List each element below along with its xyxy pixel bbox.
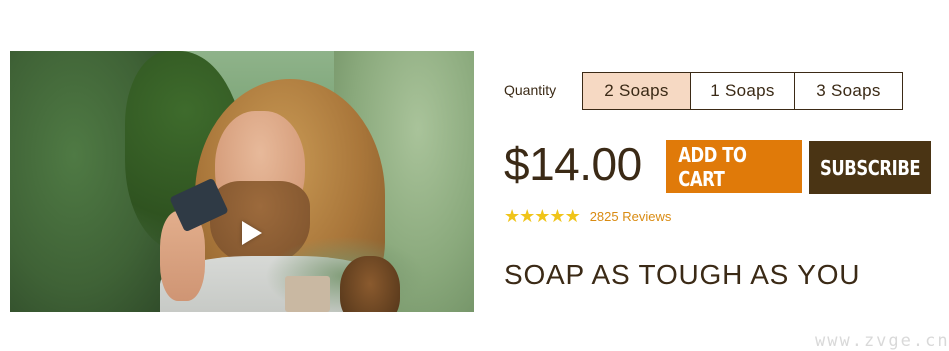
quantity-label: Quantity [504,82,557,98]
product-headline: SOAP AS TOUGH AS YOU [504,259,861,290]
product-price: $14.00 [504,138,642,190]
star-icon: ★ [504,206,521,226]
subscribe-label: SUBSCRIBE [819,155,921,180]
rating-stars: ★ ★ ★ ★ ★ [504,206,581,226]
subscribe-button[interactable]: SUBSCRIBE [809,141,931,194]
star-icon: ★ [519,206,536,226]
star-icon: ★ [534,206,551,226]
product-rating: ★ ★ ★ ★ ★ 2825 Reviews [504,207,671,225]
product-video-thumbnail[interactable] [10,51,474,312]
add-to-cart-button[interactable]: ADD TO CART [666,140,802,193]
watermark: www.zvge.cn [815,331,949,351]
quantity-option-1-soaps[interactable]: 1 Soaps [691,72,795,110]
star-icon: ★ [549,206,566,226]
play-icon[interactable] [242,221,262,245]
star-icon: ★ [564,206,581,226]
reviews-link[interactable]: 2825 Reviews [590,209,672,224]
pinecone [340,256,400,312]
quantity-selector: 2 Soaps 1 Soaps 3 Soaps [582,72,903,110]
soap-box [285,276,330,312]
quantity-option-3-soaps[interactable]: 3 Soaps [795,72,903,110]
add-to-cart-label: ADD TO CART [678,142,747,191]
quantity-option-2-soaps[interactable]: 2 Soaps [582,72,691,110]
